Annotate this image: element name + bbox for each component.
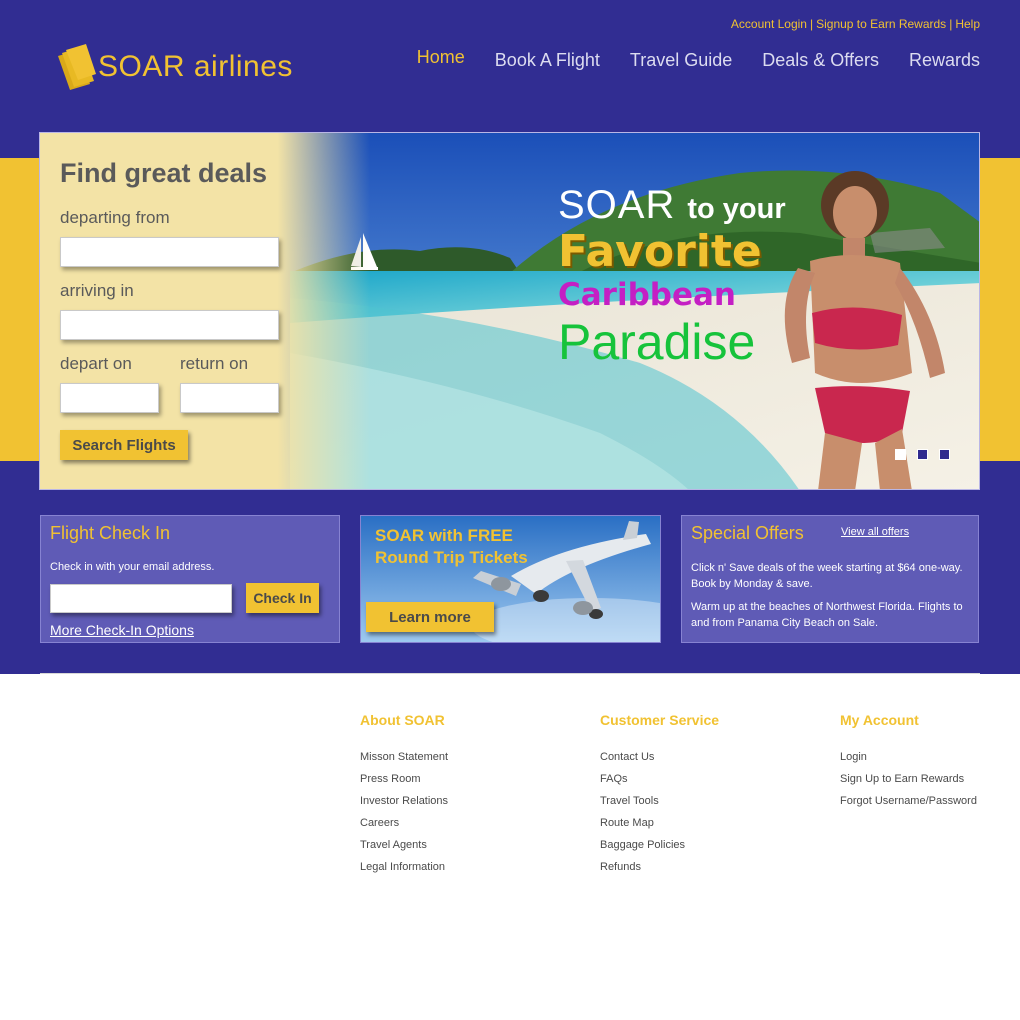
footer-divider bbox=[40, 673, 980, 674]
site-logo[interactable]: SOAR airlines bbox=[56, 44, 293, 90]
footer-about: About SOAR Misson Statement Press Room I… bbox=[360, 712, 448, 878]
return-date-input[interactable] bbox=[180, 383, 279, 413]
main-nav: Home Book A Flight Travel Guide Deals & … bbox=[417, 47, 980, 71]
footer-account: My Account Login Sign Up to Earn Rewards… bbox=[840, 712, 977, 812]
departing-label: departing from bbox=[60, 208, 170, 227]
slide-dot-1[interactable] bbox=[895, 449, 906, 460]
nav-travel-guide[interactable]: Travel Guide bbox=[630, 50, 732, 71]
check-in-button[interactable]: Check In bbox=[246, 583, 319, 613]
promo-paradise: Paradise bbox=[558, 314, 756, 370]
free-tickets-promo[interactable]: SOAR with FREE Round Trip Tickets Learn … bbox=[360, 515, 661, 643]
help-link[interactable]: Help bbox=[955, 17, 980, 31]
footer-link-signup[interactable]: Sign Up to Earn Rewards bbox=[840, 768, 977, 790]
depart-date-input[interactable] bbox=[60, 383, 159, 413]
learn-more-button[interactable]: Learn more bbox=[366, 602, 494, 632]
footer-link-login[interactable]: Login bbox=[840, 746, 977, 768]
arriving-label: arriving in bbox=[60, 281, 134, 300]
footer-service-title: Customer Service bbox=[600, 712, 720, 728]
promo-headline: SOAR to your Favorite Caribbean Paradise bbox=[558, 183, 786, 371]
view-all-offers-link[interactable]: View all offers bbox=[841, 526, 909, 538]
more-checkin-options-link[interactable]: More Check-In Options bbox=[50, 622, 194, 638]
footer-link-refunds[interactable]: Refunds bbox=[600, 856, 719, 878]
promo-favorite: Favorite bbox=[558, 226, 762, 277]
checkin-instructions: Check in with your email address. bbox=[50, 561, 215, 573]
flight-search-panel: Find great deals departing from arriving… bbox=[40, 133, 330, 489]
footer-link-contact[interactable]: Contact Us bbox=[600, 746, 719, 768]
offers-title: Special Offers bbox=[691, 523, 804, 543]
offer-deal-of-week: Click n' Save deals of the week starting… bbox=[691, 562, 963, 590]
footer-link-mission[interactable]: Misson Statement bbox=[360, 746, 448, 768]
free-tickets-headline: SOAR with FREE Round Trip Tickets bbox=[375, 526, 528, 567]
return-date-label: return on bbox=[180, 354, 249, 373]
slide-indicators bbox=[895, 449, 950, 460]
footer-about-title: About SOAR bbox=[360, 712, 445, 728]
signup-link[interactable]: Signup to Earn Rewards bbox=[816, 17, 946, 31]
departing-input[interactable] bbox=[60, 237, 279, 267]
footer-account-title: My Account bbox=[840, 712, 919, 728]
nav-deals-offers[interactable]: Deals & Offers bbox=[762, 50, 879, 71]
checkin-email-input[interactable] bbox=[50, 584, 232, 613]
nav-rewards[interactable]: Rewards bbox=[909, 50, 980, 71]
utility-links: Account Login | Signup to Earn Rewards | Hel… bbox=[730, 17, 980, 31]
footer-link-press[interactable]: Press Room bbox=[360, 768, 448, 790]
footer-service: Customer Service Contact Us FAQs Travel … bbox=[600, 712, 719, 878]
footer-link-travel-tools[interactable]: Travel Tools bbox=[600, 790, 719, 812]
footer-link-careers[interactable]: Careers bbox=[360, 812, 448, 834]
promo-caribbean: Caribbean bbox=[558, 277, 736, 313]
footer-link-forgot[interactable]: Forgot Username/Password bbox=[840, 790, 977, 812]
ticket-stack-icon bbox=[58, 44, 96, 90]
search-title: Find great deals bbox=[60, 158, 268, 188]
footer-link-legal[interactable]: Legal Information bbox=[360, 856, 448, 878]
hero-banner: Find great deals departing from arriving… bbox=[39, 132, 980, 490]
nav-book-flight[interactable]: Book A Flight bbox=[495, 50, 600, 71]
footer-link-investors[interactable]: Investor Relations bbox=[360, 790, 448, 812]
depart-date-label: depart on bbox=[60, 354, 132, 373]
offer-florida-beaches: Warm up at the beaches of Northwest Flor… bbox=[691, 601, 963, 629]
slide-dot-2[interactable] bbox=[917, 449, 928, 460]
flight-checkin-box: Flight Check In Check in with your email… bbox=[40, 515, 340, 643]
nav-home[interactable]: Home bbox=[417, 47, 465, 71]
account-login-link[interactable]: Account Login bbox=[731, 17, 807, 31]
slide-dot-3[interactable] bbox=[939, 449, 950, 460]
logo-text: SOAR airlines bbox=[98, 50, 293, 83]
promo-soar: SOAR bbox=[558, 183, 676, 227]
arriving-input[interactable] bbox=[60, 310, 279, 340]
search-flights-button[interactable]: Search Flights bbox=[60, 430, 188, 460]
special-offers-box: Special Offers View all offers Click n' … bbox=[681, 515, 979, 643]
footer-link-route-map[interactable]: Route Map bbox=[600, 812, 719, 834]
footer-link-faqs[interactable]: FAQs bbox=[600, 768, 719, 790]
footer-link-baggage[interactable]: Baggage Policies bbox=[600, 834, 719, 856]
checkin-title: Flight Check In bbox=[50, 523, 171, 543]
promo-to-your: to your bbox=[687, 193, 786, 225]
footer-link-travel-agents[interactable]: Travel Agents bbox=[360, 834, 448, 856]
